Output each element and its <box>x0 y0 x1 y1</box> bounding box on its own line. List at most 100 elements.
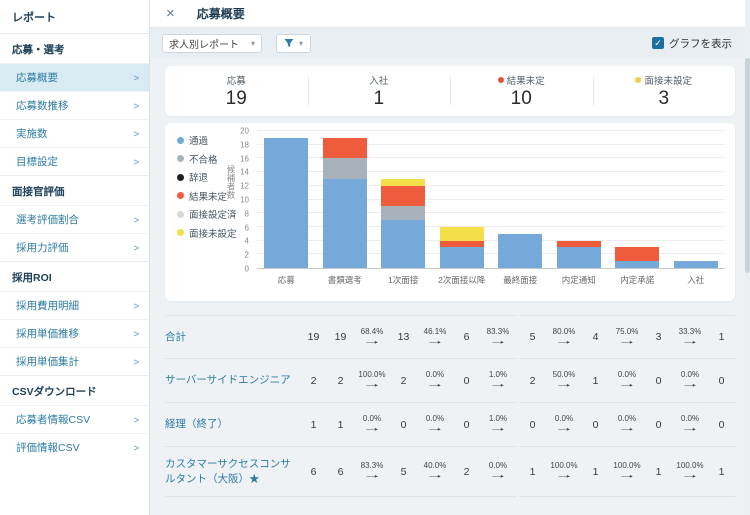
sidebar-item[interactable]: 採用単価推移 > <box>0 319 149 347</box>
bar-segment <box>381 185 426 207</box>
rate-value: 100.0% <box>358 370 386 379</box>
sidebar-item[interactable]: 採用単価集計 > <box>0 347 149 375</box>
right-arrow-icon: → <box>680 470 700 481</box>
table-row-left: カスタマーサクセスコンサルタント（大阪）★ 6 6 83.3% → 5 40.0% → 2 0.0… <box>165 447 516 497</box>
y-tick-label: 20 <box>240 126 249 136</box>
y-tick-label: 18 <box>240 140 249 150</box>
rate-cell: 100.0% → <box>672 462 708 481</box>
sidebar-item[interactable]: 実施数 > <box>0 119 149 147</box>
close-icon[interactable]: × <box>166 6 175 21</box>
sidebar-item[interactable]: 応募数推移 > <box>0 91 149 119</box>
stat-value: 1 <box>373 87 385 109</box>
checkbox-checked-icon[interactable]: ✓ <box>652 37 664 49</box>
x-tick-label: 内定承諾 <box>620 275 655 285</box>
table-row-left: 経理（終了） 1 1 0.0% → 0 0.0% → 0 1.0% → <box>165 403 516 447</box>
job-link[interactable]: 合計 <box>165 330 300 344</box>
job-link[interactable]: サーバーサイドエンジニア <box>165 373 300 387</box>
job-link[interactable]: 経理（終了） <box>165 417 300 431</box>
bar-segment <box>322 178 367 268</box>
count-cell: 2 <box>529 374 536 387</box>
bar-stack <box>667 131 726 268</box>
filter-button[interactable]: ▾ <box>276 33 312 53</box>
table-row-right: 2 50.0% → 1 0.0% → 0 0.0% → 0 <box>519 359 735 403</box>
rate-cell: 0.0% → <box>609 371 645 390</box>
count-cell: 1 <box>529 465 536 478</box>
count-cell: 6 <box>337 465 344 478</box>
sidebar-item-label: 応募者情報CSV <box>16 414 91 426</box>
legend-dot-icon <box>177 192 184 199</box>
right-arrow-icon: → <box>554 470 574 481</box>
rate-value: 0.0% <box>680 414 700 423</box>
count-cell: 2 <box>463 465 470 478</box>
right-arrow-icon: → <box>554 423 574 434</box>
funnel-table: 合計 19 19 68.4% → 13 46.1% → 6 83.3% → 5 80.0% → 4 75.0%… <box>165 315 735 497</box>
chevron-right-icon: > <box>133 300 139 311</box>
legend-item: 面接未設定 <box>177 226 237 240</box>
right-arrow-icon: → <box>362 335 382 347</box>
sidebar-item[interactable]: 目標設定 > <box>0 147 149 175</box>
sidebar-section-header: CSVダウンロード <box>0 375 149 405</box>
chevron-down-icon: ▾ <box>299 38 304 48</box>
chevron-right-icon: > <box>133 242 139 253</box>
count-cell: 1 <box>592 374 599 387</box>
rate-cell: 33.3% → <box>672 327 708 347</box>
rate-cell: 46.1% → <box>417 327 453 347</box>
rate-cell: 1.0% → <box>480 371 516 390</box>
legend-dot-icon <box>177 173 184 181</box>
bar-segment <box>673 261 718 268</box>
count-cell: 2 <box>337 374 344 387</box>
sidebar-item[interactable]: 選考評価割合 > <box>0 205 149 233</box>
graph-toggle-label: グラフを表示 <box>669 37 732 50</box>
count-cell: 4 <box>592 331 599 343</box>
table-row: サーバーサイドエンジニア 2 2 100.0% → 2 0.0% → 0 1.0% → 2 50.0% →… <box>165 359 735 403</box>
y-tick-label: 16 <box>240 154 249 164</box>
rate-cell: 100.0% → <box>354 371 390 390</box>
bar-stack <box>374 131 433 268</box>
status-dot-icon <box>497 76 504 83</box>
chevron-right-icon: > <box>133 128 139 139</box>
stat-value: 10 <box>510 87 532 109</box>
rate-value: 1.0% <box>488 370 508 379</box>
rate-cell: 83.3% → <box>354 462 390 481</box>
chart-card: 通過 不合格 辞退 結果未定 面接設定済 面接未設定 候補者数 0 2 4 6 8 10 12 14 16… <box>165 123 735 301</box>
right-arrow-icon: → <box>554 335 574 347</box>
count-cell: 19 <box>307 331 320 343</box>
job-link[interactable]: カスタマーサクセスコンサルタント（大阪）★ <box>165 457 300 485</box>
sidebar-item[interactable]: 応募概要 > <box>0 63 149 91</box>
chevron-right-icon: > <box>133 356 139 367</box>
x-axis-labels: 応募 書類選考 1次面接 2次面接以降 最終面接 内定通知 内定承諾 入社 <box>257 274 725 285</box>
count-cell: 6 <box>310 465 317 478</box>
bar-stack <box>433 131 492 268</box>
scrollbar[interactable] <box>745 0 750 515</box>
rate-value: 0.0% <box>617 370 637 379</box>
sidebar-item[interactable]: 応募者情報CSV > <box>0 405 149 433</box>
graph-toggle[interactable]: ✓ グラフを表示 <box>652 36 732 51</box>
bar-segment <box>556 247 601 268</box>
count-cell: 1 <box>718 331 725 343</box>
chevron-right-icon: > <box>133 156 139 167</box>
stat-cell: 入社 1 <box>307 66 451 116</box>
sidebar-item[interactable]: 採用費用明細 > <box>0 291 149 319</box>
sidebar-item-label: 実施数 <box>16 128 48 140</box>
rate-cell: 80.0% → <box>546 327 582 347</box>
right-arrow-icon: → <box>617 379 637 390</box>
right-arrow-icon: → <box>362 470 382 481</box>
count-cell: 1 <box>655 465 662 478</box>
report-type-select[interactable]: 求人別レポート ▾ <box>162 33 262 53</box>
filter-funnel-icon <box>284 39 294 47</box>
rate-cell: 0.0% → <box>672 415 708 434</box>
y-tick-label: 6 <box>244 223 249 233</box>
report-type-value: 求人別レポート <box>169 39 239 51</box>
scrollbar-thumb[interactable] <box>745 58 750 273</box>
rate-cell: 0.0% → <box>354 415 390 434</box>
rate-value: 100.0% <box>613 461 641 470</box>
right-arrow-icon: → <box>425 423 445 434</box>
sidebar-item[interactable]: 評価情報CSV > <box>0 433 149 461</box>
rate-value: 0.0% <box>680 370 700 379</box>
sidebar-item-label: 採用単価推移 <box>16 328 79 340</box>
sidebar-item-label: 目標設定 <box>16 156 58 168</box>
x-tick-label: 内定通知 <box>561 275 596 285</box>
sidebar-item[interactable]: 採用力評価 > <box>0 233 149 261</box>
stat-value: 3 <box>658 87 670 109</box>
chevron-right-icon: > <box>133 414 139 425</box>
